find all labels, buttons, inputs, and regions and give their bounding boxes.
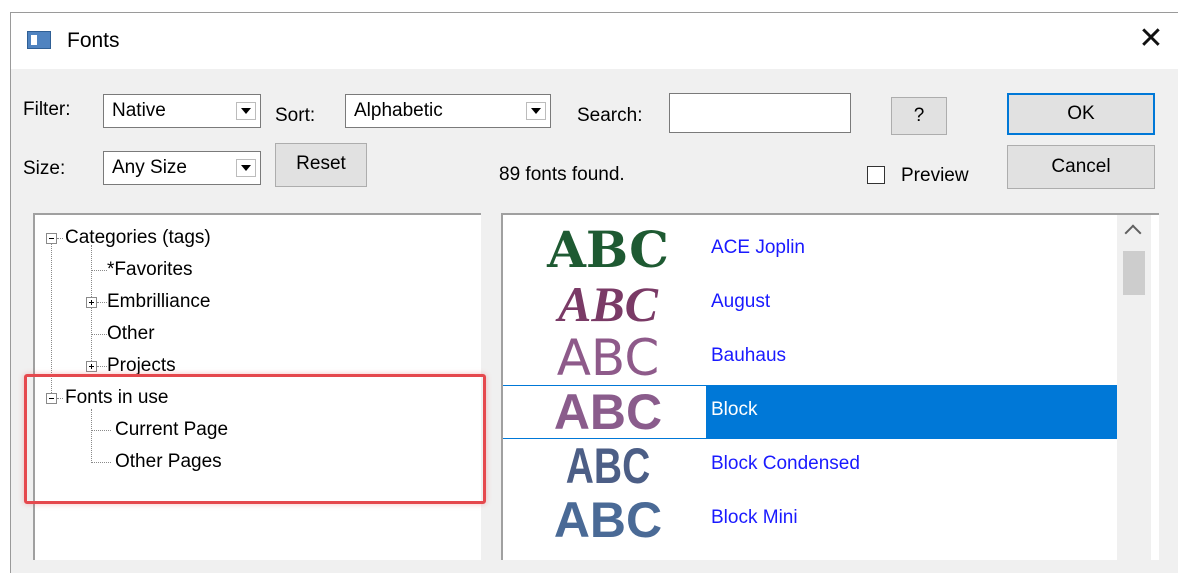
expand-icon[interactable] <box>86 361 97 372</box>
highlight-annotation <box>24 374 486 504</box>
window-title: Fonts <box>67 29 120 52</box>
font-sample: ABC <box>565 438 651 494</box>
tree-item-favorites[interactable]: *Favorites <box>107 259 193 281</box>
preview-label[interactable]: Preview <box>901 165 969 187</box>
search-input[interactable] <box>669 93 851 133</box>
font-sample: ABC <box>556 329 660 387</box>
font-name: Bauhaus <box>711 345 787 366</box>
tree-item-other[interactable]: Other <box>107 323 155 345</box>
font-list-rows: ABC ACE Joplin ABC August ABC Bauhaus AB… <box>503 215 1117 560</box>
scroll-up-icon[interactable] <box>1124 224 1142 242</box>
fonts-found-status: 89 fonts found. <box>499 164 625 185</box>
font-sample: ABC <box>557 276 659 332</box>
font-sample: ABC <box>547 220 669 279</box>
window-icon <box>27 31 51 49</box>
font-row-august[interactable]: ABC August <box>503 277 1117 331</box>
expand-icon[interactable] <box>86 297 97 308</box>
font-row-block-condensed[interactable]: ABC Block Condensed <box>503 439 1117 493</box>
preview-checkbox[interactable] <box>867 166 885 184</box>
tree-connector <box>97 366 107 367</box>
font-name: August <box>711 291 771 312</box>
tree-item-categories[interactable]: Categories (tags) <box>65 227 211 249</box>
font-list[interactable]: ABC ACE Joplin ABC August ABC Bauhaus AB… <box>501 213 1159 560</box>
font-name: Block <box>711 399 758 420</box>
filter-select[interactable]: Native <box>103 94 261 128</box>
font-name: ACE Joplin <box>711 237 805 258</box>
tree-connector <box>91 334 107 335</box>
chevron-down-icon[interactable] <box>526 102 546 120</box>
size-select[interactable]: Any Size <box>103 151 261 185</box>
vertical-scrollbar[interactable] <box>1117 215 1151 560</box>
font-row-ace-joplin[interactable]: ABC ACE Joplin <box>503 223 1117 277</box>
font-sample: ABC <box>553 492 663 548</box>
size-label: Size: <box>23 158 66 179</box>
font-row-block-mini[interactable]: ABC Block Mini <box>503 493 1117 547</box>
font-row-bauhaus[interactable]: ABC Bauhaus <box>503 331 1117 385</box>
cancel-button[interactable]: Cancel <box>1007 145 1155 189</box>
ok-button[interactable]: OK <box>1007 93 1155 135</box>
selection-highlight <box>706 385 1117 439</box>
tree-connector <box>91 270 107 271</box>
size-value: Any Size <box>112 157 187 178</box>
search-label: Search: <box>577 105 643 126</box>
sort-value: Alphabetic <box>354 100 443 121</box>
font-name: Block Condensed <box>711 453 860 474</box>
filter-label: Filter: <box>23 99 71 120</box>
reset-button[interactable]: Reset <box>275 143 367 187</box>
help-button[interactable]: ? <box>891 97 947 135</box>
sort-select[interactable]: Alphabetic <box>345 94 551 128</box>
chevron-down-icon[interactable] <box>236 102 256 120</box>
font-row-block[interactable]: ABC Block <box>503 385 1117 439</box>
tree-connector <box>57 238 63 239</box>
font-name: Block Mini <box>711 507 798 528</box>
tree-connector <box>97 302 107 303</box>
collapse-icon[interactable] <box>46 233 57 244</box>
chevron-down-icon[interactable] <box>236 159 256 177</box>
scrollbar-thumb[interactable] <box>1123 251 1145 295</box>
font-sample: ABC <box>553 384 663 440</box>
title-bar: Fonts ✕ <box>11 13 1178 69</box>
tree-item-embrilliance[interactable]: Embrilliance <box>107 291 210 313</box>
sort-label: Sort: <box>275 105 316 126</box>
close-icon[interactable]: ✕ <box>1133 21 1169 57</box>
filter-value: Native <box>112 100 166 121</box>
